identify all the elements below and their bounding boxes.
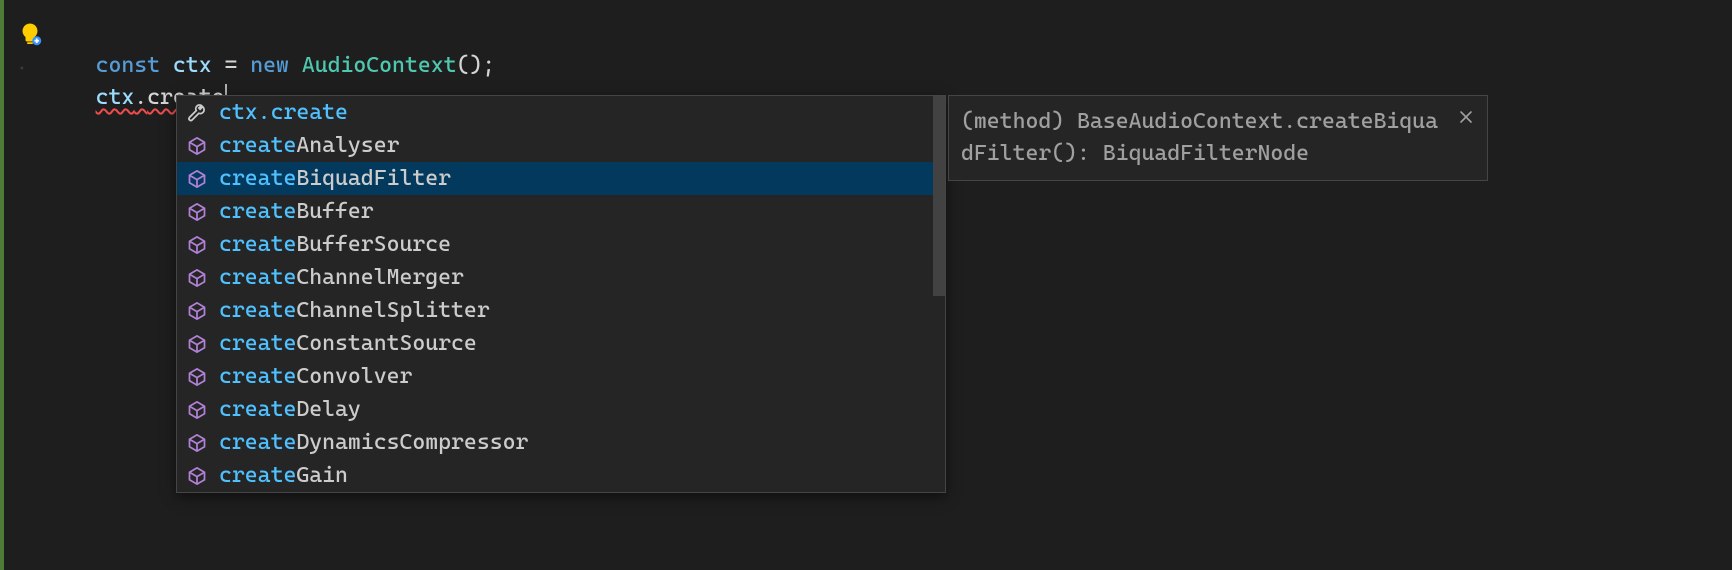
method-icon <box>185 431 209 455</box>
suggest-item-label: createDynamicsCompressor <box>219 426 528 459</box>
suggest-item-label: createChannelSplitter <box>219 294 490 327</box>
code-line-1[interactable]: const ctx = new AudioContext(); <box>4 18 1732 50</box>
suggest-item[interactable]: ctx.create <box>177 96 933 129</box>
close-icon[interactable] <box>1455 106 1477 128</box>
suggest-list[interactable]: ctx.createcreateAnalysercreateBiquadFilt… <box>177 96 933 492</box>
suggest-item[interactable]: createBiquadFilter <box>177 162 933 195</box>
suggest-item-label: createBiquadFilter <box>219 162 451 195</box>
code-editor[interactable]: const ctx = new AudioContext(); · ctx.cr… <box>0 0 1732 570</box>
suggest-item-label: createConvolver <box>219 360 412 393</box>
suggest-scrollbar-thumb[interactable] <box>933 96 945 296</box>
wrench-icon <box>185 101 209 125</box>
suggest-scrollbar[interactable] <box>933 96 945 492</box>
suggest-item-label: createBufferSource <box>219 228 451 261</box>
method-icon <box>185 233 209 257</box>
token-variable: ctx <box>96 85 135 110</box>
suggest-item-label: createDelay <box>219 393 361 426</box>
suggest-item[interactable]: createConvolver <box>177 360 933 393</box>
suggest-item-label: ctx.create <box>219 96 348 129</box>
suggest-details: (method) BaseAudioContext.createBiquadFi… <box>948 95 1488 181</box>
suggest-item[interactable]: createChannelSplitter <box>177 294 933 327</box>
method-icon <box>185 299 209 323</box>
token-dot: . <box>134 85 147 110</box>
suggest-widget[interactable]: ctx.createcreateAnalysercreateBiquadFilt… <box>176 95 946 493</box>
suggest-item-label: createConstantSource <box>219 327 477 360</box>
suggest-item[interactable]: createDynamicsCompressor <box>177 426 933 459</box>
method-icon <box>185 266 209 290</box>
suggest-item[interactable]: createConstantSource <box>177 327 933 360</box>
suggest-details-text: (method) BaseAudioContext.createBiquadFi… <box>961 106 1475 170</box>
suggest-item-label: createBuffer <box>219 195 374 228</box>
method-icon <box>185 398 209 422</box>
suggest-item[interactable]: createDelay <box>177 393 933 426</box>
suggest-item[interactable]: createAnalyser <box>177 129 933 162</box>
suggest-item-label: createAnalyser <box>219 129 399 162</box>
suggest-item[interactable]: createGain <box>177 459 933 492</box>
suggest-item[interactable]: createBuffer <box>177 195 933 228</box>
suggest-item[interactable]: createBufferSource <box>177 228 933 261</box>
method-icon <box>185 332 209 356</box>
suggest-item[interactable]: createChannelMerger <box>177 261 933 294</box>
code-line-2[interactable]: ctx.create <box>4 50 1732 82</box>
suggest-item-label: createGain <box>219 459 348 492</box>
method-icon <box>185 200 209 224</box>
method-icon <box>185 167 209 191</box>
suggest-item-label: createChannelMerger <box>219 261 464 294</box>
method-icon <box>185 134 209 158</box>
method-icon <box>185 365 209 389</box>
method-icon <box>185 464 209 488</box>
